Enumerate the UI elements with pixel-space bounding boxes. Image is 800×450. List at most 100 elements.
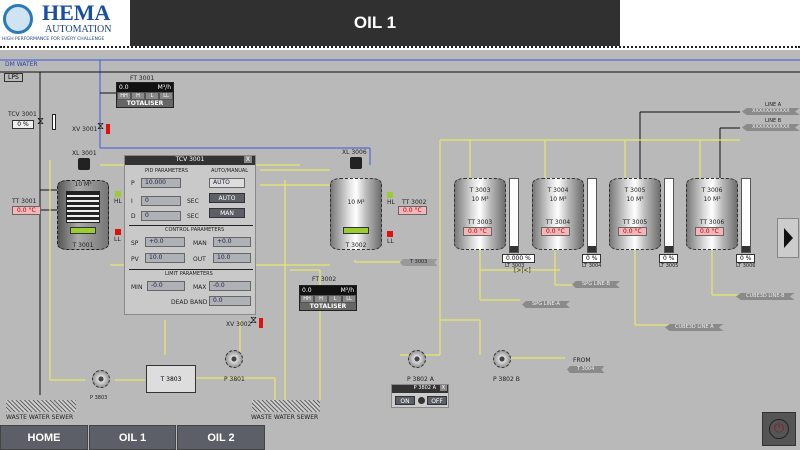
dialog-close-button[interactable]: X [243, 156, 252, 163]
ft3002-totaliser-label: TOTALISER [300, 303, 356, 310]
tcv-actuator [52, 114, 56, 130]
power-button[interactable]: ⏻ [762, 412, 796, 446]
t3002-temp-value: 0.0 °C [398, 206, 427, 215]
auto-manual-title: AUTO/MANUAL [211, 168, 249, 174]
t3002-hl-indicator [387, 192, 393, 198]
t3002-mixer-icon [343, 227, 369, 234]
ft3002-tag: FT 3002 [312, 276, 337, 283]
pump-control-popup: P 3802 AX ON OFF [391, 384, 449, 408]
sewer-right-label: WASTE WATER SEWER [251, 414, 319, 421]
tank-temp-tag: TT 3005 [622, 219, 648, 226]
man-input[interactable]: +0.0 [213, 237, 251, 247]
t3001-agitator-motor-icon [78, 158, 90, 170]
dead-band-input[interactable]: 0.0 [209, 296, 251, 306]
i-input[interactable]: 0 [141, 196, 181, 206]
sewer-left-icon [6, 400, 76, 412]
tank-name: T 3004 [547, 187, 569, 194]
pump-p3802a-icon[interactable] [408, 350, 426, 368]
mode-display: AUTO [209, 178, 245, 188]
p3801-label: P 3801 [224, 376, 245, 383]
t3001-name: T 3001 [72, 242, 94, 249]
p-input[interactable]: 10.000 [141, 178, 181, 188]
min-input[interactable]: -0.0 [147, 281, 185, 291]
control-section-title: CONTROL PARAMETERS [165, 227, 225, 233]
dm-water-label: DM WATER [5, 61, 38, 68]
manual-button[interactable]: MAN [209, 208, 245, 218]
storage-tank[interactable]: T 3004 10 M³ TT 3004 0.0 °C [532, 178, 584, 250]
pump-popup-close-button[interactable]: X [439, 385, 447, 391]
t3001-mixer-icon [70, 227, 96, 234]
tank-temp-tag: TT 3006 [699, 219, 725, 226]
max-input[interactable]: -0.0 [209, 281, 251, 291]
tank-temp-value: 0.0 °C [695, 227, 724, 236]
out-value: 10.0 [213, 253, 251, 263]
sp-input[interactable]: +0.0 [145, 237, 185, 247]
nav-oil2[interactable]: OIL 2 [177, 425, 265, 450]
pid-section-title: PID PARAMETERS [145, 168, 189, 174]
t3001-capacity: 10 M³ [74, 181, 92, 188]
bypass-label: [>|<] [514, 267, 531, 274]
tank-name: T 3003 [469, 187, 491, 194]
t3001-ll-label: LL [114, 236, 121, 243]
storage-tank[interactable]: T 3003 10 M³ TT 3003 0.0 °C [454, 178, 506, 250]
t3001-temp-tag: TT 3001 [12, 198, 37, 205]
storage-tank[interactable]: T 3006 10 M³ TT 3006 0.0 °C [686, 178, 738, 250]
xv3001-status-indicator [106, 124, 110, 134]
d-input[interactable]: 0 [141, 211, 181, 221]
ft3001-l: L [146, 93, 158, 99]
t3803-tank[interactable]: T 3803 [146, 365, 196, 393]
nav-home[interactable]: HOME [0, 425, 88, 450]
pump-p3801-icon[interactable] [225, 350, 243, 368]
line-b-label: LINE B [765, 118, 782, 124]
lps-label: LPS [4, 73, 23, 82]
ft3001-totaliser[interactable]: 0.0 M³/h HH H L LL TOTALISER [116, 82, 174, 108]
level-bar [587, 178, 597, 253]
t3002-tank[interactable]: 10 M³ T 3002 [330, 178, 382, 250]
xv3001-valve-icon[interactable]: ⧖ [97, 121, 104, 132]
tank-temp-value: 0.0 °C [463, 227, 492, 236]
xv3002-status-indicator [259, 318, 263, 328]
tank-temp-tag: TT 3004 [545, 219, 571, 226]
divider [129, 225, 253, 226]
ft3001-unit: M³/h [157, 84, 171, 91]
ft3001-totaliser-label: TOTALISER [117, 100, 173, 107]
play-arrow-icon [783, 228, 793, 248]
p3802a-label: P 3802 A [407, 376, 434, 383]
level-value: 0 % [736, 254, 756, 263]
p-label: P [131, 180, 135, 187]
ft3002-l: L [329, 296, 341, 302]
pump-p3803-icon[interactable] [92, 370, 110, 388]
level-tag: LT 3005 [659, 263, 679, 269]
from-tag: T 3004 [567, 366, 605, 373]
tank-temp-tag: TT 3003 [467, 219, 493, 226]
ft3001-hh: HH [118, 93, 130, 99]
pump-on-button[interactable]: ON [395, 396, 415, 405]
auto-button[interactable]: AUTO [209, 193, 245, 203]
t3001-tank[interactable]: 10 M³ T 3001 [57, 180, 109, 250]
level-tag: LT 3006 [736, 263, 756, 269]
tcv3001-pid-dialog: TCV 3001 X PID PARAMETERS AUTO/MANUAL P 1… [124, 155, 256, 315]
t3002-agitator-motor-icon [350, 157, 362, 169]
next-page-button[interactable] [777, 218, 799, 258]
pv-label: PV [131, 256, 139, 263]
dialog-title: TCV 3001 [175, 156, 205, 163]
t3002-hl-label: HL [387, 199, 395, 206]
nav-oil1[interactable]: OIL 1 [89, 425, 176, 450]
out-label: OUT [193, 256, 206, 263]
tank-capacity: 10 M³ [549, 196, 567, 203]
pump-popup-title: P 3802 A [413, 385, 436, 391]
pump-off-button[interactable]: OFF [427, 396, 447, 405]
ft3002-totaliser[interactable]: 0.0 M³/h HH H L LL TOTALISER [299, 285, 357, 311]
xv3002-valve-icon[interactable]: ⧖ [250, 315, 257, 326]
t3001-agitator-label: XL 3001 [72, 150, 97, 157]
storage-tank[interactable]: T 3005 10 M³ TT 3005 0.0 °C [609, 178, 661, 250]
sp-label: SP [131, 240, 139, 247]
spg-line-b-tag: SPG LINE-B [572, 281, 620, 288]
pump-p3802b-icon[interactable] [493, 350, 511, 368]
pv-value: 10.0 [145, 253, 185, 263]
min-label: MIN [131, 284, 143, 291]
tank-name: T 3005 [624, 187, 646, 194]
t3001-hl-indicator [115, 191, 121, 197]
xv3002-label: XV 3002 [226, 321, 252, 328]
level-tag: LT 3004 [582, 263, 602, 269]
